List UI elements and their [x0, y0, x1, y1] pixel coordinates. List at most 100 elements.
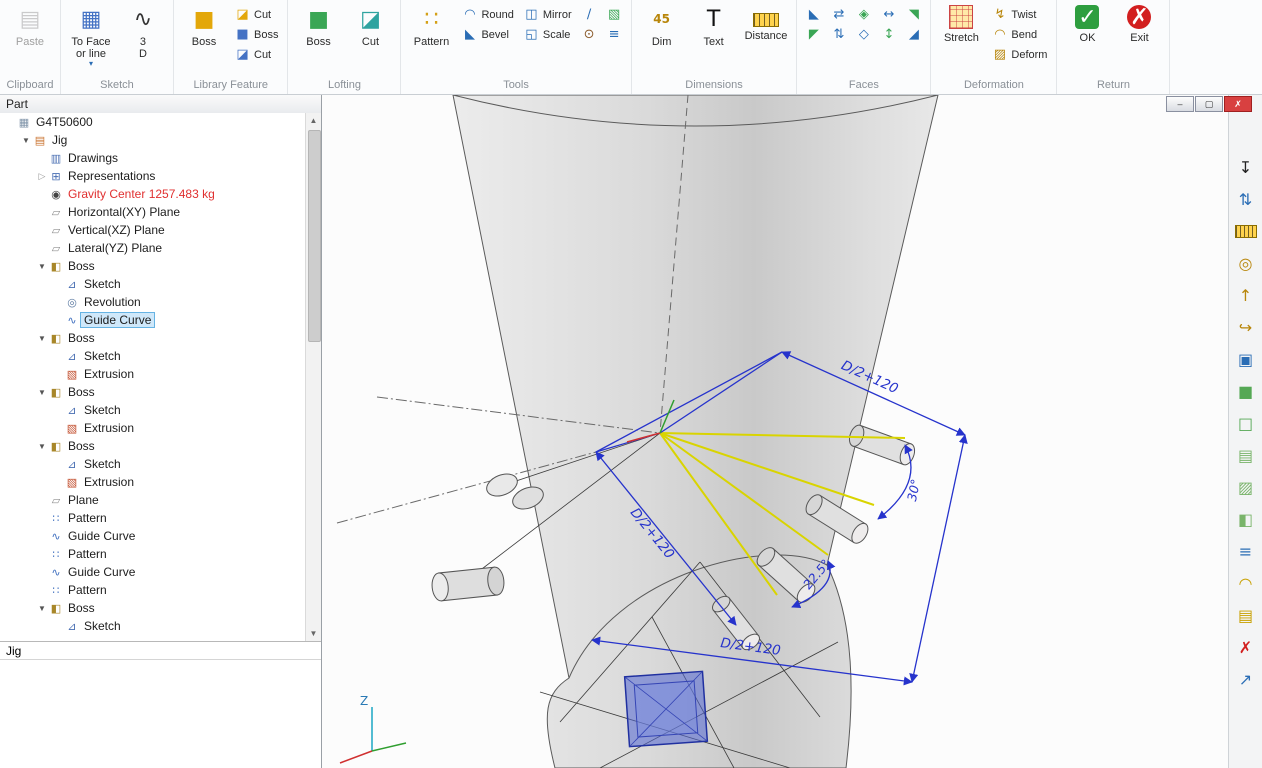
tree-item-label[interactable]: Sketch	[80, 276, 125, 292]
expand-arrow-icon[interactable]: ▼	[36, 334, 48, 343]
to-face-or-line-button[interactable]: ▦To Faceor line▾	[66, 2, 116, 75]
tree-item-label[interactable]: Boss	[64, 258, 99, 274]
solid-tool-button[interactable]: ▧	[603, 5, 626, 24]
pan-arrows-icon[interactable]: ⇅	[1233, 187, 1259, 212]
tree-item-boss[interactable]: ▼◧Boss	[0, 383, 321, 401]
loft-cut-button[interactable]: ◪Cut	[345, 2, 395, 75]
view-shaded-cube-icon[interactable]: ▤	[1233, 443, 1259, 468]
tree-item-sketch[interactable]: ⊿Sketch	[0, 401, 321, 419]
library-cut-2-button[interactable]: ◪Cut	[231, 45, 282, 64]
tree-item-label[interactable]: Pattern	[64, 510, 111, 526]
scroll-thumb[interactable]	[308, 130, 321, 342]
angle-dimension-label[interactable]: 30°	[904, 478, 923, 503]
tree-item-label[interactable]: Sketch	[80, 618, 125, 634]
expand-arrow-icon[interactable]: ▼	[20, 136, 32, 145]
snap-curve-icon[interactable]: ↪	[1233, 315, 1259, 340]
expand-arrow-icon[interactable]: ▼	[36, 262, 48, 271]
view-hatched-cube-icon[interactable]: ▨	[1233, 475, 1259, 500]
tree-item-guide-curve[interactable]: ∿Guide Curve	[0, 311, 321, 329]
delete-icon[interactable]: ✗	[1233, 635, 1259, 660]
tree-item-boss[interactable]: ▼◧Boss	[0, 437, 321, 455]
view-wire-cube-icon[interactable]: □	[1233, 411, 1259, 436]
tree-item-revolution[interactable]: ◎Revolution	[0, 293, 321, 311]
tree-item-label[interactable]: Horizontal(XY) Plane	[64, 204, 184, 220]
measure-tool-button[interactable]: ⊙	[578, 25, 601, 44]
model-canvas[interactable]: D/2+120 D/2+120 D/2+120 30° 22.5° Z	[322, 95, 1228, 768]
expand-arrow-icon[interactable]: ▼	[36, 442, 48, 451]
exit-button[interactable]: ✗Exit	[1114, 2, 1164, 75]
restore-button[interactable]: ▢	[1195, 96, 1223, 112]
face-tool-10[interactable]: ◢	[902, 25, 925, 44]
face-tool-8[interactable]: ◇	[852, 25, 875, 44]
scroll-down-icon[interactable]: ▼	[306, 626, 321, 641]
tree-item-sketch[interactable]: ⊿Sketch	[0, 455, 321, 473]
pattern-button[interactable]: ∷Pattern	[406, 2, 456, 75]
tree-item-label[interactable]: Boss	[64, 600, 99, 616]
tree-item-guide-curve[interactable]: ∿Guide Curve	[0, 527, 321, 545]
tree-item-label[interactable]: Extrusion	[80, 420, 138, 436]
close-button[interactable]: ✗	[1224, 96, 1252, 112]
view-section-cube-icon[interactable]: ◧	[1233, 507, 1259, 532]
tree-scrollbar[interactable]: ▲ ▼	[305, 113, 321, 641]
view-solid-cube-icon[interactable]: ■	[1233, 379, 1259, 404]
tree-item-pattern[interactable]: ∷Pattern	[0, 509, 321, 527]
list-tool-button[interactable]: ≡	[603, 25, 626, 44]
tree-item-g4t50600[interactable]: ▦G4T50600	[0, 113, 321, 131]
tree-item-label[interactable]: Sketch	[80, 402, 125, 418]
face-tool-6[interactable]: ◤	[802, 25, 825, 44]
snap-direction-icon[interactable]: ↑	[1233, 283, 1259, 308]
deform-button[interactable]: ▨Deform	[988, 45, 1051, 64]
boss-cylinder[interactable]	[431, 566, 506, 601]
tree-item-representations[interactable]: ▷⊞Representations	[0, 167, 321, 185]
library-cut-button[interactable]: ◪Cut	[231, 5, 282, 24]
tree-item-extrusion[interactable]: ▧Extrusion	[0, 365, 321, 383]
expand-arrow-icon[interactable]: ▼	[36, 388, 48, 397]
pin-icon[interactable]: ↧	[1233, 155, 1259, 180]
minimize-button[interactable]: –	[1166, 96, 1194, 112]
scale-button[interactable]: ◱Scale	[520, 25, 576, 44]
paste-button[interactable]: ▤Paste	[5, 2, 55, 75]
trim-tool-button[interactable]: ∕	[578, 5, 601, 24]
tree-item-label[interactable]: Guide Curve	[80, 312, 155, 328]
tree-item-boss[interactable]: ▼◧Boss	[0, 329, 321, 347]
tree-item-label[interactable]: Drawings	[64, 150, 122, 166]
polyline-icon[interactable]: ↗	[1233, 667, 1259, 692]
boss-cylinder[interactable]	[847, 423, 917, 467]
stretch-button[interactable]: Stretch	[936, 2, 986, 75]
tree-item-label[interactable]: Plane	[64, 492, 103, 508]
sketch-3d-button[interactable]: ∿3D	[118, 2, 168, 75]
text-button[interactable]: TText	[689, 2, 739, 75]
face-tool-1[interactable]: ◣	[802, 5, 825, 24]
tree-item-label[interactable]: Lateral(YZ) Plane	[64, 240, 166, 256]
bevel-button[interactable]: ◣Bevel	[458, 25, 517, 44]
tree-item-jig[interactable]: ▼▤Jig	[0, 131, 321, 149]
tree-item-gravity-center-1257-483-kg[interactable]: ◉Gravity Center 1257.483 kg	[0, 185, 321, 203]
select-plane-icon[interactable]: ▣	[1233, 347, 1259, 372]
tree-item-label[interactable]: Boss	[64, 438, 99, 454]
twist-button[interactable]: ↯Twist	[988, 5, 1051, 24]
round-button[interactable]: ◠Round	[458, 5, 517, 24]
library-boss-button[interactable]: ■Boss	[179, 2, 229, 75]
tree-item-label[interactable]: Jig	[48, 132, 71, 148]
tree-item-label[interactable]: Sketch	[80, 456, 125, 472]
comment-area[interactable]	[0, 660, 321, 768]
tree-item-label[interactable]: Pattern	[64, 546, 111, 562]
layers-blue-icon[interactable]: ≡	[1233, 539, 1259, 564]
face-tool-5[interactable]: ◥	[902, 5, 925, 24]
distance-button[interactable]: Distance	[741, 2, 792, 75]
tree-item-plane[interactable]: ▱Plane	[0, 491, 321, 509]
tree-item-label[interactable]: G4T50600	[32, 114, 97, 130]
expand-arrow-icon[interactable]: ▼	[36, 604, 48, 613]
tree-item-label[interactable]: Gravity Center 1257.483 kg	[64, 186, 219, 202]
tree-item-label[interactable]: Extrusion	[80, 366, 138, 382]
tree-item-label[interactable]: Sketch	[80, 348, 125, 364]
tree-item-boss[interactable]: ▼◧Boss	[0, 599, 321, 617]
bend-button[interactable]: ◠Bend	[988, 25, 1051, 44]
tree-item-sketch[interactable]: ⊿Sketch	[0, 275, 321, 293]
face-tool-4[interactable]: ↔	[877, 5, 900, 24]
3d-viewport[interactable]: D/2+120 D/2+120 D/2+120 30° 22.5° Z	[322, 95, 1228, 768]
tree-item-sketch[interactable]: ⊿Sketch	[0, 347, 321, 365]
mirror-button[interactable]: ◫Mirror	[520, 5, 576, 24]
tree-item-horizontal-xy-plane[interactable]: ▱Horizontal(XY) Plane	[0, 203, 321, 221]
tree-item-sketch[interactable]: ⊿Sketch	[0, 617, 321, 635]
